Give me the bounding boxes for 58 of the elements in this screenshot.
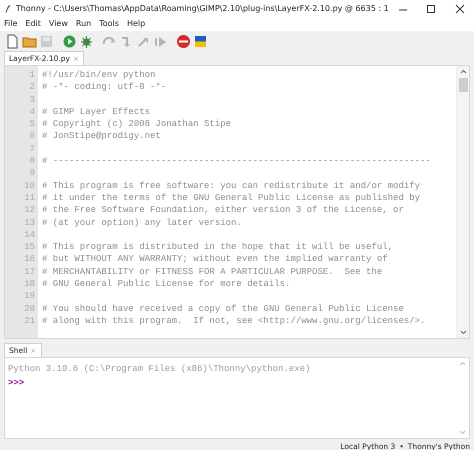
menu-item[interactable]: File bbox=[0, 17, 22, 31]
menu-item[interactable]: View bbox=[44, 17, 72, 31]
feather-icon bbox=[4, 2, 12, 14]
line-number: 2 bbox=[30, 82, 35, 92]
code-line: # This program is free software: you can redistribute it and/or modify bbox=[42, 180, 420, 191]
line-number: 3 bbox=[30, 94, 35, 105]
code-line: #!/usr/bin/env python bbox=[42, 70, 156, 80]
code-line: # JonStipe@prodigy.net bbox=[42, 131, 161, 142]
window-title: Thonny - C:\Users\Thomas\AppData\Roaming\GIMP\2.10\plug-ins\LayerFX-2.10.py @ 6635 : 1 bbox=[16, 2, 389, 14]
code-line: # ---------------------------------------------------------------------- bbox=[42, 156, 431, 166]
flag-icon[interactable] bbox=[192, 34, 208, 48]
code-line: # GNU General Public License for more details. bbox=[42, 279, 290, 290]
code-line: # Copyright (c) 2008 Jonathan Stipe bbox=[42, 119, 232, 130]
menu-item[interactable]: Run bbox=[72, 17, 96, 31]
code-line: # the Free Software Foundation, either version 3 of the License, or bbox=[42, 205, 404, 216]
line-number: 12 bbox=[24, 205, 35, 216]
bug-icon[interactable] bbox=[78, 34, 94, 48]
code-line: # MERCHANTABILITY or FITNESS FOR A PARTICULAR PURPOSE. See the bbox=[42, 266, 382, 277]
line-number: 14 bbox=[24, 230, 35, 240]
line-number: 15 bbox=[24, 242, 35, 252]
line-number: 7 bbox=[30, 144, 35, 154]
line-number: 6 bbox=[30, 131, 35, 142]
close-icon[interactable] bbox=[454, 4, 466, 14]
line-number: 5 bbox=[30, 119, 35, 130]
code-line: # along with this program. If not, see <http://www.gnu.org/licenses/>. bbox=[42, 316, 426, 326]
shell-panel[interactable]: Python 3.10.6 (C:\Program Files (x86)\Thonny\python.exe) >>> bbox=[4, 357, 470, 439]
scrollbar[interactable] bbox=[456, 66, 469, 338]
line-number: 20 bbox=[24, 304, 35, 314]
run-icon[interactable] bbox=[62, 34, 76, 48]
code-line: # it under the terms of the GNU General Public License as published by bbox=[42, 192, 420, 203]
code-line: # This program is distributed in the hope that it will be useful, bbox=[42, 242, 394, 252]
code-line: # GIMP Layer Effects bbox=[42, 106, 150, 117]
line-number: 13 bbox=[24, 218, 35, 228]
line-number: 16 bbox=[24, 254, 35, 264]
line-number: 8 bbox=[30, 156, 35, 166]
stop-icon[interactable] bbox=[176, 34, 190, 48]
line-number: 19 bbox=[24, 291, 35, 302]
menu-item[interactable]: Tools bbox=[95, 17, 123, 31]
code-line: # -*- coding: utf-8 -*- bbox=[42, 82, 166, 92]
code-editor[interactable] bbox=[4, 65, 470, 339]
line-number: 18 bbox=[24, 279, 35, 290]
line-number: 1 bbox=[30, 70, 35, 80]
line-number: 17 bbox=[24, 266, 35, 277]
line-number: 10 bbox=[24, 180, 35, 191]
line-number: 11 bbox=[24, 192, 35, 203]
code-line: # (at your option) any later version. bbox=[42, 218, 242, 228]
line-number: 21 bbox=[24, 316, 35, 326]
code-line: # but WITHOUT ANY WARRANTY; without even the implied warranty of bbox=[42, 254, 388, 264]
version-text: Python 3.10.6 (C:\Program Files (x86)\Thonny\python.exe) bbox=[8, 364, 310, 374]
scroll-thumb[interactable] bbox=[459, 78, 468, 92]
menu-item[interactable]: Help bbox=[122, 17, 150, 31]
maximize-icon[interactable] bbox=[425, 4, 438, 14]
code-line: # You should have received a copy of the GNU General Public License bbox=[42, 304, 404, 314]
shell-prompt[interactable]: >>> bbox=[8, 378, 24, 388]
new-file-icon[interactable] bbox=[4, 34, 20, 48]
menu-item[interactable]: Edit bbox=[21, 17, 45, 31]
line-number: 4 bbox=[30, 106, 35, 117]
line-number: 9 bbox=[30, 168, 35, 178]
